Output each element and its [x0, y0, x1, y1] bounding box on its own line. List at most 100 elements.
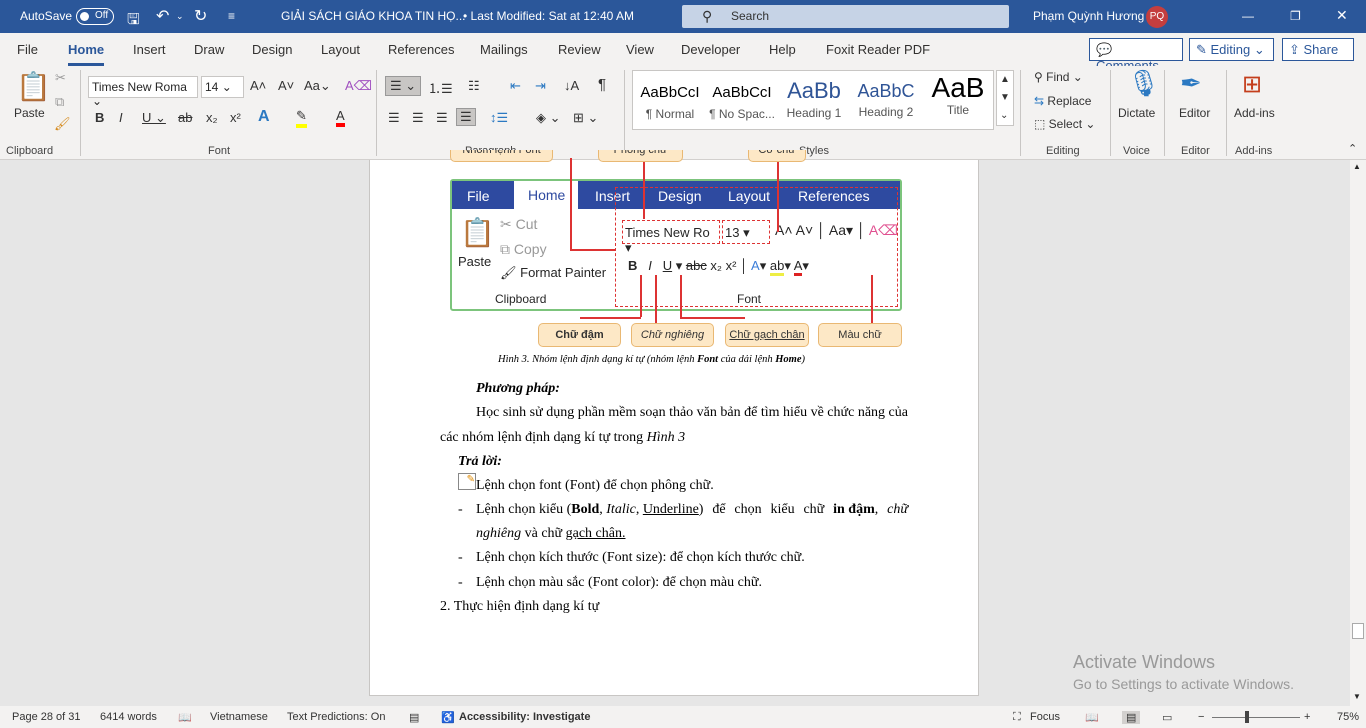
minimize-button[interactable]: — — [1242, 9, 1254, 23]
editing-button[interactable]: ✎ Editing ⌄ — [1189, 38, 1274, 61]
style-heading-2[interactable]: AaBbC Heading 2 — [850, 78, 922, 128]
find-button[interactable]: ⚲ Find ⌄ — [1034, 70, 1083, 84]
font-size-select[interactable]: 14 ⌄ — [201, 76, 244, 98]
align-left-icon[interactable]: ☰ — [388, 110, 400, 126]
tab-layout[interactable]: Layout — [321, 42, 360, 57]
tab-developer[interactable]: Developer — [681, 42, 740, 57]
customize-qat-icon[interactable]: ≡ — [228, 9, 235, 23]
vertical-scrollbar[interactable]: ▲ ▼ — [1350, 160, 1366, 706]
text-effects-icon[interactable]: A — [258, 108, 270, 126]
tab-view[interactable]: View — [626, 42, 654, 57]
numbering-icon[interactable]: ⒈☰ — [428, 78, 453, 97]
accessibility-icon[interactable]: ♿ — [441, 711, 455, 724]
zoom-slider-thumb[interactable] — [1245, 711, 1249, 723]
paste-options-icon[interactable]: ✎ — [458, 473, 476, 490]
print-layout-icon[interactable]: ▤ — [1122, 711, 1141, 724]
restore-button[interactable]: ❐ — [1290, 9, 1301, 23]
avatar[interactable]: PQ — [1146, 6, 1168, 28]
tab-file[interactable]: File — [17, 42, 38, 57]
tab-home[interactable]: Home — [68, 42, 105, 66]
last-modified[interactable]: • Last Modified: Sat at 12:40 AM — [463, 9, 634, 23]
font-color-icon[interactable]: A — [336, 108, 345, 127]
undo-dropdown-icon[interactable]: ⌄ — [176, 11, 184, 22]
subscript-icon[interactable]: x₂ — [206, 110, 218, 125]
grow-font-icon[interactable]: A˄ — [250, 78, 266, 93]
show-formatting-icon[interactable]: ¶ — [598, 76, 606, 93]
sort-icon[interactable]: ↓A — [564, 78, 579, 93]
tab-help[interactable]: Help — [769, 42, 796, 57]
select-button[interactable]: ⬚ Select ⌄ — [1034, 117, 1095, 131]
language[interactable]: Vietnamese — [210, 711, 268, 723]
copy-icon[interactable]: ⧉ — [55, 94, 64, 110]
change-case-icon[interactable]: Aa⌄ — [304, 78, 331, 94]
italic-icon[interactable]: I — [119, 110, 123, 125]
highlight-icon[interactable]: ✎ — [296, 108, 307, 128]
borders-icon[interactable]: ⊞ ⌄ — [573, 110, 598, 126]
read-mode-icon[interactable]: 📖 — [1085, 711, 1099, 724]
scroll-up-icon[interactable]: ▲ — [1353, 162, 1361, 171]
format-painter-icon[interactable]: 🖌 — [54, 116, 71, 132]
scroll-down-icon[interactable]: ▼ — [1353, 692, 1361, 701]
zoom-level[interactable]: 75% — [1337, 711, 1359, 723]
line-spacing-icon[interactable]: ↕☰ — [490, 110, 508, 126]
tab-insert[interactable]: Insert — [133, 42, 166, 57]
superscript-icon[interactable]: x² — [230, 110, 241, 125]
focus-button[interactable]: Focus — [1030, 711, 1060, 723]
strikethrough-icon[interactable]: ab — [178, 110, 192, 125]
text-predictions[interactable]: Text Predictions: On — [287, 711, 385, 723]
bullets-icon[interactable]: ☰ ⌄ — [385, 76, 422, 96]
editor-button[interactable]: Editor — [1179, 106, 1210, 120]
paste-icon[interactable]: 📋 — [16, 70, 51, 103]
microphone-icon[interactable]: 🎙 — [1127, 68, 1160, 99]
word-count[interactable]: 6414 words — [100, 711, 157, 723]
shrink-font-icon[interactable]: A˅ — [278, 78, 294, 93]
web-layout-icon[interactable]: ▭ — [1162, 711, 1172, 724]
align-center-icon[interactable]: ☰ — [412, 110, 424, 126]
font-name-select[interactable]: Times New Roma ⌄ — [88, 76, 198, 108]
dictate-button[interactable]: Dictate — [1118, 106, 1155, 120]
zoom-in-button[interactable]: + — [1304, 711, 1310, 723]
underline-icon[interactable]: U ⌄ — [142, 110, 166, 126]
style-title[interactable]: AaB Title — [922, 72, 994, 128]
page-count[interactable]: Page 28 of 31 — [12, 711, 81, 723]
zoom-out-button[interactable]: − — [1198, 711, 1204, 723]
accessibility-status[interactable]: Accessibility: Investigate — [459, 711, 590, 723]
justify-icon[interactable]: ☰ — [456, 108, 476, 126]
proofing-icon[interactable]: 📖 — [178, 711, 192, 724]
user-name[interactable]: Phạm Quỳnh Hương — [1033, 9, 1144, 23]
search-box[interactable]: ⚲ Search — [682, 5, 1009, 28]
comments-button[interactable]: 💬 Comments — [1089, 38, 1183, 73]
multilevel-list-icon[interactable]: ☷ — [468, 78, 480, 94]
addins-icon[interactable]: ⊞ — [1242, 70, 1262, 99]
tab-mailings[interactable]: Mailings — [480, 42, 528, 57]
tab-foxit[interactable]: Foxit Reader PDF — [826, 42, 930, 57]
close-button[interactable]: ✕ — [1336, 7, 1348, 24]
autosave-toggle[interactable]: Off — [76, 8, 114, 25]
tab-references[interactable]: References — [388, 42, 454, 57]
tab-draw[interactable]: Draw — [194, 42, 224, 57]
style-no-spacing[interactable]: AaBbCcI ¶ No Spac... — [706, 78, 778, 128]
scrollbar-thumb[interactable] — [1352, 623, 1364, 639]
cut-icon[interactable]: ✂ — [55, 70, 66, 86]
collapse-ribbon-icon[interactable]: ⌃ — [1348, 142, 1357, 155]
paste-button[interactable]: Paste — [14, 106, 45, 120]
decrease-indent-icon[interactable]: ⇤ — [510, 78, 521, 94]
shading-icon[interactable]: ◈ ⌄ — [536, 110, 561, 126]
redo-icon[interactable]: ↻ — [194, 6, 207, 26]
replace-button[interactable]: ⇆ Replace — [1034, 94, 1091, 108]
editor-icon[interactable]: ✒ — [1180, 68, 1202, 99]
increase-indent-icon[interactable]: ⇥ — [535, 78, 546, 94]
clear-formatting-icon[interactable]: A⌫ — [345, 78, 372, 94]
undo-icon[interactable]: ↶ — [156, 6, 169, 26]
track-changes-icon[interactable]: ▤ — [409, 711, 419, 724]
focus-icon[interactable]: ⛶ — [1013, 711, 1021, 724]
bold-icon[interactable]: B — [95, 110, 104, 125]
share-button[interactable]: ⇪ Share ⌄ — [1282, 38, 1354, 73]
style-normal[interactable]: AaBbCcI ¶ Normal — [634, 78, 706, 128]
style-heading-1[interactable]: AaBb Heading 1 — [778, 78, 850, 128]
addins-button[interactable]: Add-ins — [1234, 106, 1275, 120]
align-right-icon[interactable]: ☰ — [436, 110, 448, 126]
tab-design[interactable]: Design — [252, 42, 292, 57]
save-icon[interactable]: 🖫 — [127, 9, 140, 34]
styles-scroll-up[interactable]: ▲ ▼ ⌄ — [996, 70, 1014, 126]
